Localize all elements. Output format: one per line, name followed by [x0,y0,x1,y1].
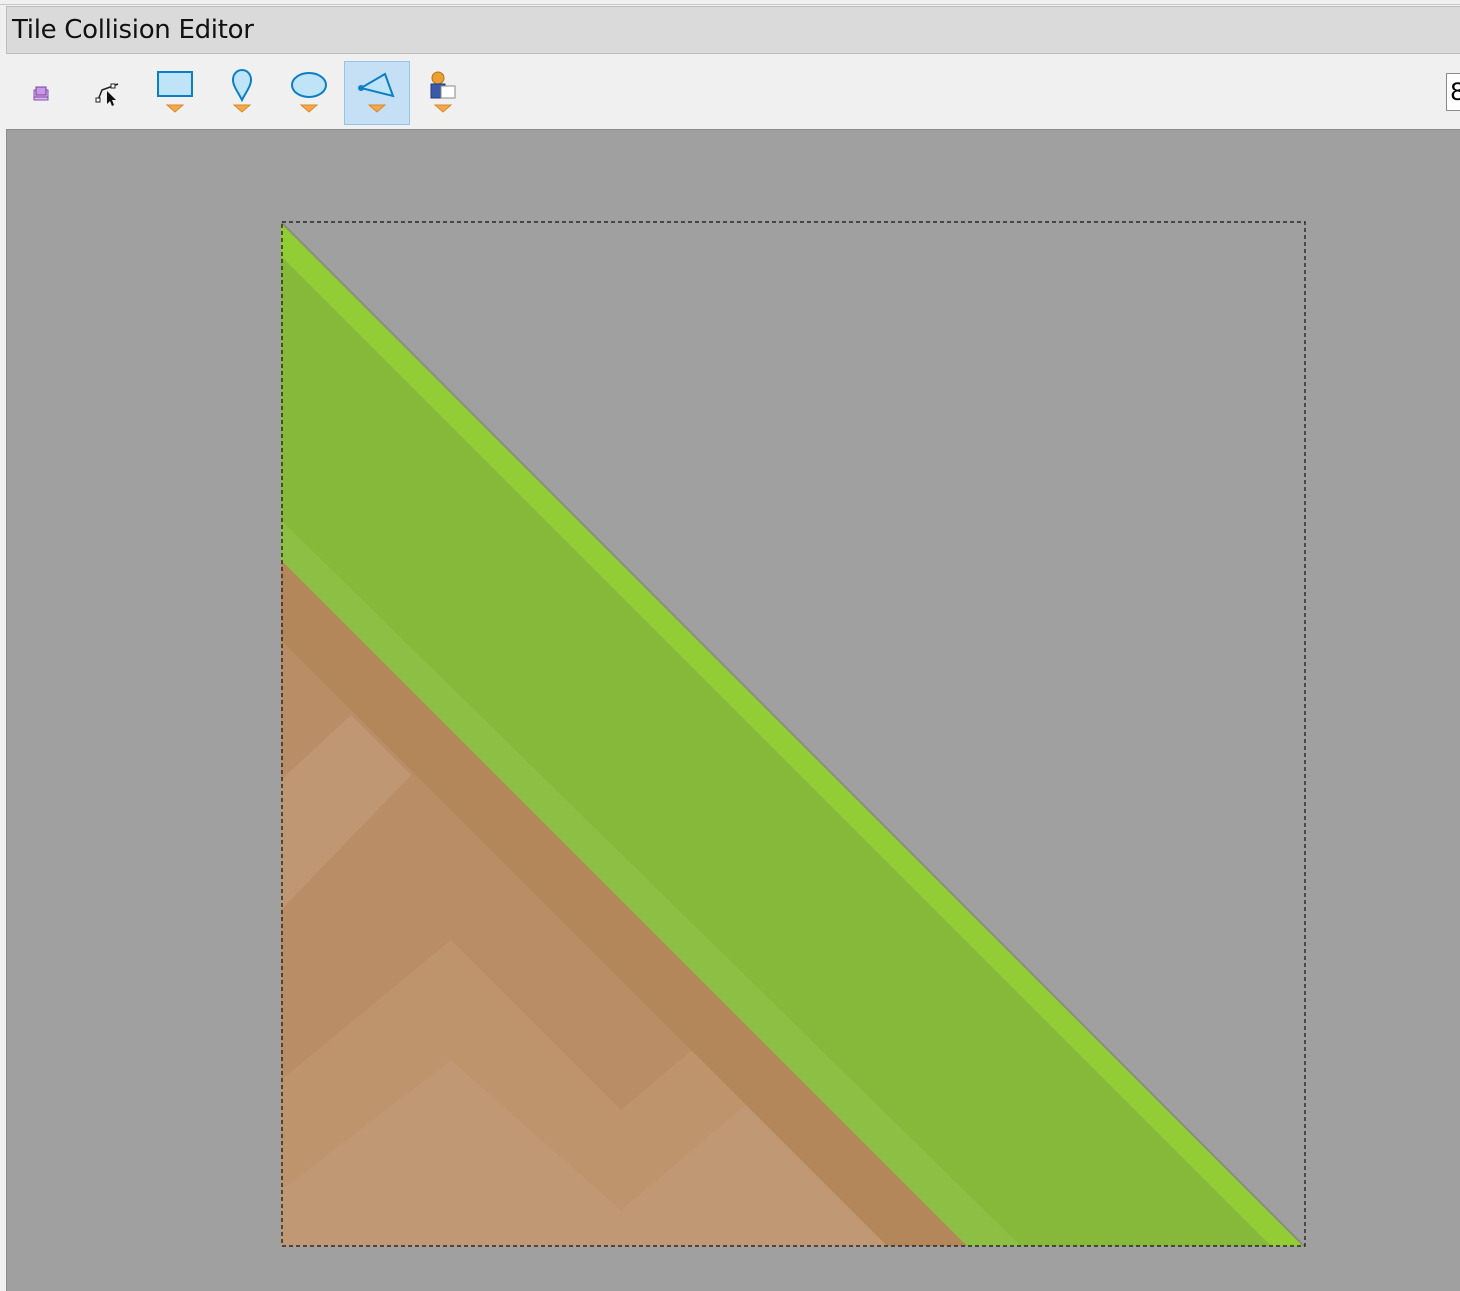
window-title: Tile Collision Editor [12,15,254,45]
insert-template-tool-button[interactable] [410,61,476,125]
tile-canvas[interactable] [6,129,1460,1291]
edit-polygons-tool-button[interactable] [75,61,141,125]
insert-rectangle-tool-button[interactable] [142,61,208,125]
template-icon [430,71,456,113]
window-top-edge [0,0,1460,5]
polygon-icon [358,72,395,113]
point-icon [231,68,253,113]
insert-ellipse-tool-button[interactable] [276,61,342,125]
ellipse-icon [291,72,327,113]
edit-polygons-icon [95,83,119,106]
tile-graphic[interactable] [281,220,1307,1248]
toolbar [6,56,1460,128]
select-objects-icon [33,86,49,101]
insert-point-tool-button[interactable] [209,61,275,125]
select-objects-tool-button[interactable] [9,61,75,125]
rectangle-icon [157,71,193,113]
insert-polygon-tool-button[interactable] [344,61,410,125]
title-bar: Tile Collision Editor [6,6,1460,54]
zoom-field[interactable]: 8 [1446,73,1460,111]
